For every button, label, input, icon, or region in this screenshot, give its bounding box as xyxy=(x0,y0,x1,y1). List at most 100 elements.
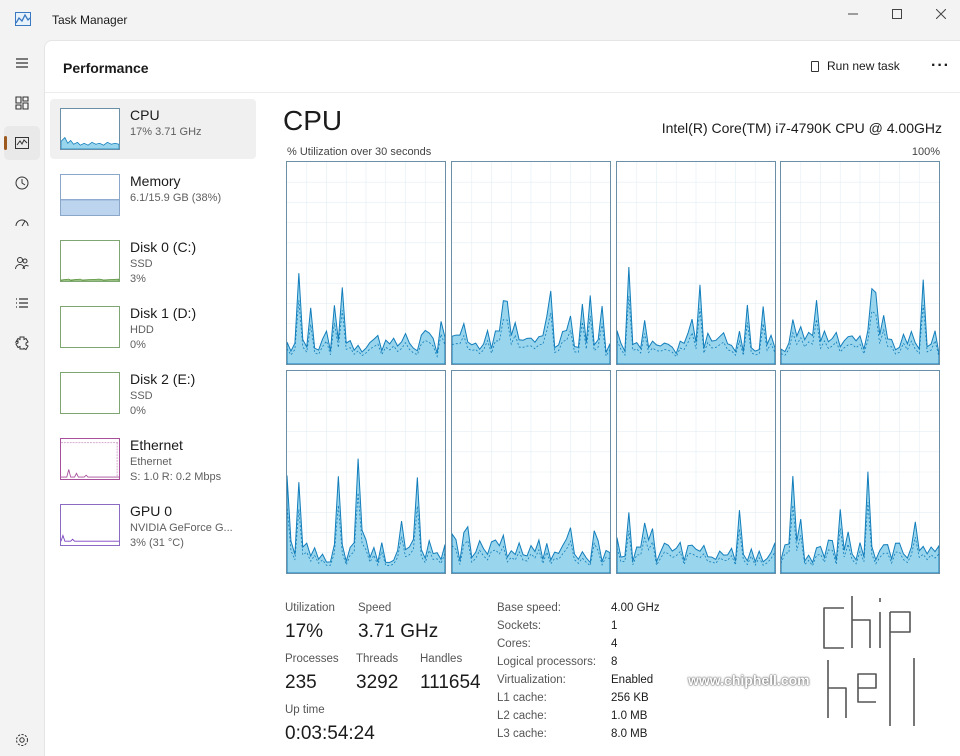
detail-key: Cores: xyxy=(497,638,531,650)
hamburger-menu-button[interactable] xyxy=(4,46,40,80)
utilization-graph-max: 100% xyxy=(911,146,940,158)
nav-settings[interactable] xyxy=(4,723,40,756)
title-bar: Task Manager xyxy=(0,0,960,40)
resource-name: CPU xyxy=(130,107,160,123)
task-manager-app-icon xyxy=(15,12,31,26)
resource-item-memory[interactable]: Memory 6.1/15.9 GB (38%) xyxy=(50,165,256,225)
detail-key: Base speed: xyxy=(497,602,561,614)
resource-type: SSD xyxy=(130,258,153,270)
resource-usage: S: 1.0 R: 0.2 Mbps xyxy=(130,471,222,483)
detail-key: L2 cache: xyxy=(497,710,547,722)
services-icon xyxy=(14,336,29,351)
logical-processor-graph xyxy=(616,161,776,365)
resource-type: Ethernet xyxy=(130,456,172,468)
resource-name: Disk 2 (E:) xyxy=(130,371,196,387)
new-task-icon xyxy=(811,60,819,72)
detail-value: Enabled xyxy=(611,674,654,686)
resource-item-cpu[interactable]: CPU 17% 3.71 GHz xyxy=(50,99,256,159)
maximize-icon xyxy=(892,9,902,19)
handles-value: 111654 xyxy=(420,672,481,693)
logical-processor-graph xyxy=(286,161,446,365)
detail-key: Logical processors: xyxy=(497,656,597,668)
threads-value: 3292 xyxy=(356,672,399,693)
resource-usage: 0% xyxy=(130,405,146,417)
resource-item-gpu-0[interactable]: GPU 0 NVIDIA GeForce G... 3% (31 °C) xyxy=(50,495,256,555)
resource-detail: 17% 3.71 GHz xyxy=(130,126,202,138)
run-new-task-button[interactable]: Run new task xyxy=(811,59,900,73)
resource-name: Disk 1 (D:) xyxy=(130,305,197,321)
app-history-icon xyxy=(15,176,29,190)
nav-startup-apps[interactable] xyxy=(4,206,40,240)
uptime-label: Up time xyxy=(285,704,325,716)
resource-name: Ethernet xyxy=(130,437,183,453)
users-icon xyxy=(15,257,29,270)
disk1-thumbnail-graph xyxy=(60,306,120,348)
close-button[interactable] xyxy=(918,0,960,28)
resource-item-disk-0[interactable]: Disk 0 (C:) SSD 3% xyxy=(50,231,256,291)
detail-key: L3 cache: xyxy=(497,728,547,740)
navigation-rail xyxy=(0,40,44,756)
detail-value: 8 xyxy=(611,656,618,668)
resource-list: CPU 17% 3.71 GHz Memory 6.1/15.9 GB (38%… xyxy=(50,99,256,561)
more-options-button[interactable]: ··· xyxy=(931,57,950,75)
resource-item-disk-1[interactable]: Disk 1 (D:) HDD 0% xyxy=(50,297,256,357)
settings-icon xyxy=(16,734,28,746)
speed-label: Speed xyxy=(358,602,392,614)
speed-value: 3.71 GHz xyxy=(358,621,439,642)
processes-label: Processes xyxy=(285,653,339,665)
cpu-heading: CPU xyxy=(283,105,343,136)
detail-value: 4 xyxy=(611,638,618,650)
page-title: Performance xyxy=(63,60,149,76)
resource-name: Memory xyxy=(130,173,181,189)
resource-name: Disk 0 (C:) xyxy=(130,239,197,255)
resource-name: GPU 0 xyxy=(130,503,173,519)
detail-key: Virtualization: xyxy=(497,674,566,686)
disk0-thumbnail-graph xyxy=(60,240,120,282)
watermark-url: www.chiphell.com xyxy=(688,672,810,688)
logical-processor-graph xyxy=(286,370,446,574)
cpu-thumbnail-graph xyxy=(60,108,120,150)
nav-processes[interactable] xyxy=(4,86,40,120)
ethernet-thumbnail-graph xyxy=(60,438,120,480)
details-icon xyxy=(16,298,28,308)
close-icon xyxy=(936,9,946,19)
utilization-value: 17% xyxy=(285,621,324,642)
resource-usage: 3% xyxy=(130,273,146,285)
resource-item-ethernet[interactable]: Ethernet Ethernet S: 1.0 R: 0.2 Mbps xyxy=(50,429,256,489)
nav-app-history[interactable] xyxy=(4,166,40,200)
maximize-button[interactable] xyxy=(874,0,920,28)
detail-value: 1 xyxy=(611,620,618,632)
detail-value: 8.0 MB xyxy=(611,728,648,740)
resource-type: NVIDIA GeForce G... xyxy=(130,522,233,534)
utilization-label: Utilization xyxy=(285,602,335,614)
threads-label: Threads xyxy=(356,653,399,665)
resource-usage: 0% xyxy=(130,339,146,351)
resource-type: HDD xyxy=(130,324,154,336)
window-title: Task Manager xyxy=(52,13,128,27)
detail-value: 4.00 GHz xyxy=(611,602,660,614)
gpu-thumbnail-graph xyxy=(60,504,120,546)
nav-performance[interactable] xyxy=(4,126,40,160)
startup-icon xyxy=(15,219,29,227)
detail-key: L1 cache: xyxy=(497,692,547,704)
detail-value: 1.0 MB xyxy=(611,710,648,722)
minimize-button[interactable] xyxy=(830,0,876,28)
utilization-graph-label: % Utilization over 30 seconds xyxy=(287,146,432,158)
handles-label: Handles xyxy=(420,653,463,665)
logical-processor-graphs xyxy=(286,161,942,575)
page-header: Performance Run new task ··· xyxy=(45,41,960,93)
memory-thumbnail-graph xyxy=(60,174,120,216)
nav-details[interactable] xyxy=(4,286,40,320)
menu-icon xyxy=(16,58,28,68)
nav-users[interactable] xyxy=(4,246,40,280)
nav-services[interactable] xyxy=(4,326,40,360)
resource-detail: 6.1/15.9 GB (38%) xyxy=(130,192,222,204)
uptime-value: 0:03:54:24 xyxy=(285,723,375,744)
run-new-task-label: Run new task xyxy=(827,59,900,73)
detail-value: 256 KB xyxy=(611,692,649,704)
cpu-model-name: Intel(R) Core(TM) i7-4790K CPU @ 4.00GHz xyxy=(661,120,942,136)
logical-processor-graph xyxy=(616,370,776,574)
resource-item-disk-2[interactable]: Disk 2 (E:) SSD 0% xyxy=(50,363,256,423)
resource-usage: 3% (31 °C) xyxy=(130,537,184,549)
logical-processor-graph xyxy=(451,161,611,365)
